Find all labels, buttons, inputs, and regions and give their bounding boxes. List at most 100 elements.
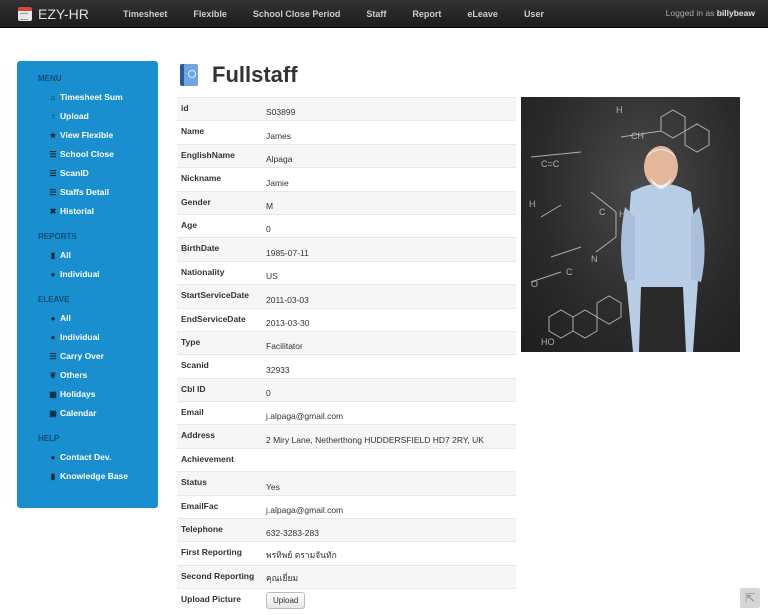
field-value [262, 447, 516, 472]
table-row: Scanid 32933 [177, 354, 516, 379]
nav-item-timesheet[interactable]: Timesheet [110, 9, 180, 19]
calendar-icon [18, 6, 32, 21]
field-label: Achievement [177, 447, 262, 472]
logged-in-prefix: Logged in as [665, 8, 715, 18]
list-icon: ☰ [49, 188, 57, 197]
table-row: Achievement [177, 447, 516, 472]
page-title-area: Fullstaff [180, 62, 298, 88]
field-value: Jamie [262, 167, 516, 192]
table-row: EmailFac j.alpaga@gmail.com [177, 494, 516, 519]
sidebar-item-historial[interactable]: ✖ Historial [17, 202, 158, 221]
sidebar-header-eleave: ELEAVE [38, 295, 70, 304]
field-value: S03899 [262, 96, 516, 121]
table-row: Type Facilitator [177, 330, 516, 355]
table-row: StartServiceDate 2011-03-03 [177, 284, 516, 309]
field-value: 2011-03-03 [262, 284, 516, 309]
sidebar-item-school-close[interactable]: ☰ School Close [17, 145, 158, 164]
table-row: Nickname Jamie [177, 167, 516, 192]
field-label: Telephone [177, 518, 262, 542]
nav-item-eleave[interactable]: eLeave [454, 9, 511, 19]
svg-text:H: H [616, 105, 623, 115]
field-label: Name [177, 120, 262, 145]
top-navbar: EZY-HR Timesheet Flexible School Close P… [0, 0, 768, 28]
field-label: BirthDate [177, 237, 262, 262]
bar-chart-icon: ▮ [50, 251, 56, 260]
user-icon: ● [50, 270, 56, 279]
list-icon: ☰ [49, 169, 57, 178]
brand[interactable]: EZY-HR [18, 6, 110, 22]
field-label: Gender [177, 190, 262, 215]
field-label: EnglishName [177, 143, 262, 168]
table-row: Cbl ID 0 [177, 377, 516, 402]
brand-name: EZY-HR [38, 5, 89, 22]
field-value: James [262, 120, 516, 145]
field-label: id [177, 96, 262, 121]
field-label: Email [177, 401, 262, 425]
sidebar-item-others[interactable]: ❦ Others [17, 366, 158, 385]
table-row: Status Yes [177, 471, 516, 496]
upload-button[interactable]: Upload [266, 592, 306, 610]
field-label: EmailFac [177, 494, 262, 519]
table-row: Age 0 [177, 213, 516, 238]
field-value: Facilitator [262, 330, 516, 355]
svg-text:O: O [531, 279, 538, 289]
user-icon: ● [50, 314, 56, 323]
list-icon: ☰ [49, 150, 57, 159]
field-label: Nationality [177, 260, 262, 285]
upload-icon: ↑ [51, 112, 55, 121]
table-row: id S03899 [177, 96, 516, 121]
user-icon: ● [50, 333, 56, 342]
field-value: 1985-07-11 [262, 237, 516, 262]
nav-item-school-close-period[interactable]: School Close Period [240, 9, 354, 19]
nav-item-report[interactable]: Report [399, 9, 454, 19]
sidebar-item-staffs-detail[interactable]: ☰ Staffs Detail [17, 183, 158, 202]
svg-text:N: N [591, 254, 598, 264]
book-icon: ▮ [50, 472, 56, 481]
page-title: Fullstaff [212, 62, 298, 87]
field-label: Status [177, 471, 262, 496]
sidebar-item-contact-dev[interactable]: ● Contact Dev. [17, 448, 158, 467]
nav-item-flexible[interactable]: Flexible [180, 9, 240, 19]
field-value: 2013-03-30 [262, 307, 516, 332]
field-value: พรทิพย์ ตรามจันทัก [262, 541, 516, 566]
field-label: Scanid [177, 354, 262, 379]
sidebar-item-holidays[interactable]: ▦ Holidays [17, 385, 158, 404]
field-value: 2 Miry Lane, Netherthong HUDDERSFIELD HD… [262, 424, 516, 449]
staff-photo-illustration: HC=CH C HN OCHO CH [529, 105, 710, 352]
field-value: คุณเยี่ยม [262, 564, 516, 589]
sidebar-item-timesheet-sum[interactable]: ⌂ Timesheet Sum [17, 88, 158, 107]
nav-item-staff[interactable]: Staff [353, 9, 399, 19]
sidebar-item-upload[interactable]: ↑ Upload [17, 107, 158, 126]
field-value: 0 [262, 213, 516, 238]
sidebar-header-help: HELP [38, 434, 60, 443]
nav-item-user[interactable]: User [511, 9, 557, 19]
sidebar-item-reports-all[interactable]: ▮ All [17, 246, 158, 265]
username-link[interactable]: billybeaw [717, 8, 755, 18]
field-value: j.alpaga@gmail.com [262, 494, 516, 519]
sidebar-item-view-flexible[interactable]: ★ View Flexible [17, 126, 158, 145]
sidebar-item-calendar[interactable]: ▦ Calendar [17, 404, 158, 423]
table-row: Email j.alpaga@gmail.com [177, 401, 516, 425]
sidebar-header-reports: REPORTS [38, 232, 77, 241]
calendar-icon: ▦ [49, 390, 57, 399]
table-row: Name James [177, 120, 516, 145]
svg-text:CH: CH [631, 131, 644, 141]
table-row: BirthDate 1985-07-11 [177, 237, 516, 262]
field-value: US [262, 260, 516, 285]
field-label: First Reporting [177, 541, 262, 566]
table-row: Telephone 632-3283-283 [177, 518, 516, 542]
address-book-icon [180, 64, 198, 86]
sidebar-item-eleave-individual[interactable]: ● Individual [17, 328, 158, 347]
field-label: Cbl ID [177, 377, 262, 402]
sidebar-item-eleave-all[interactable]: ● All [17, 309, 158, 328]
info-icon: ● [50, 453, 56, 462]
field-value: Yes [262, 471, 516, 496]
scroll-to-top-button[interactable]: ⇱ [740, 588, 760, 608]
sidebar-item-knowledge-base[interactable]: ▮ Knowledge Base [17, 467, 158, 499]
sidebar-item-reports-individual[interactable]: ● Individual [17, 265, 158, 284]
arrow-icon: ⇱ [744, 591, 756, 605]
home-icon: ⌂ [50, 93, 56, 102]
field-value: j.alpaga@gmail.com [262, 401, 516, 425]
sidebar-item-scanid[interactable]: ☰ ScanID [17, 164, 158, 183]
sidebar-item-carry-over[interactable]: ☰ Carry Over [17, 347, 158, 366]
